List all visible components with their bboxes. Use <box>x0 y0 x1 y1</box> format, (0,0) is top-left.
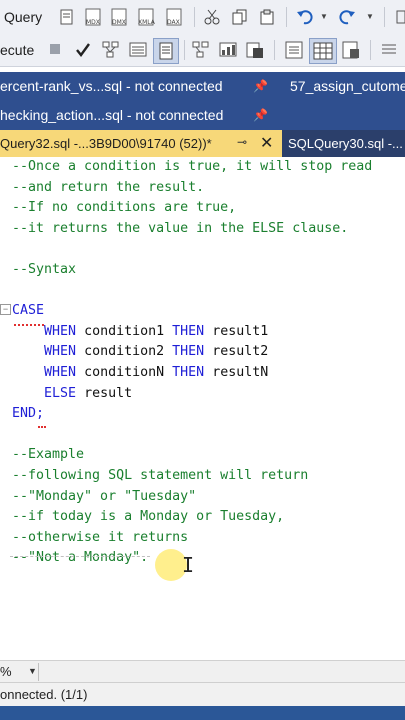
code-comment: --and return the result. <box>12 179 205 195</box>
sql-editor[interactable]: --Once a condition is true, it will stop… <box>0 157 405 660</box>
query-options-icon[interactable] <box>129 41 147 59</box>
execute-button[interactable]: ecute <box>0 42 34 58</box>
svg-text:MDX: MDX <box>86 19 100 26</box>
code-comment: --If no conditions are true, <box>12 200 237 216</box>
toolbar-separator <box>274 40 275 60</box>
code-statement: WHEN condition2 THEN result2 <box>44 344 269 360</box>
code-statement: WHEN condition1 THEN result1 <box>44 323 269 339</box>
parse-checkmark-icon[interactable] <box>74 41 92 59</box>
code-line: --Example <box>12 445 84 465</box>
document-tab-row-1: ercent-rank_vs...sql - not connected 📌 5… <box>0 72 405 101</box>
close-icon[interactable]: ✕ <box>260 133 273 153</box>
redo-icon[interactable] <box>338 8 356 26</box>
toolbar-standard: Query MDX DMX XMLA DAX ▼ ▼ <box>0 0 405 35</box>
dmx-icon[interactable]: DMX <box>111 8 129 26</box>
error-squiggle <box>14 321 44 326</box>
results-to-text-icon[interactable] <box>285 41 303 59</box>
code-keyword: CASE <box>12 303 45 319</box>
new-query-button[interactable]: Query <box>4 9 42 25</box>
code-statement: ELSE result <box>44 385 133 401</box>
toolbar-separator <box>194 7 195 27</box>
svg-text:DMX: DMX <box>112 19 126 26</box>
code-line: --if today is a Monday or Tuesday, <box>12 507 284 527</box>
status-bar: onnected. (1/1) <box>0 682 405 707</box>
window-status-strip <box>0 706 405 720</box>
connection-status: onnected. (1/1) <box>0 687 88 702</box>
undo-icon[interactable] <box>296 8 314 26</box>
zoom-bar: % ▼ <box>0 660 405 683</box>
paste-icon[interactable] <box>258 8 276 26</box>
code-comment: --if today is a Monday or Tuesday, <box>12 509 285 525</box>
tab-sqlquery30[interactable]: SQLQuery30.sql -... <box>288 136 403 151</box>
code-line: --Syntax <box>12 260 76 280</box>
pin-icon[interactable]: ⊸ <box>237 135 247 149</box>
error-squiggle <box>38 423 46 428</box>
intellisense-toggle[interactable] <box>153 38 179 64</box>
toolbar-separator <box>184 40 185 60</box>
svg-text:XMLA: XMLA <box>138 19 156 26</box>
pin-icon[interactable]: 📌 <box>253 79 268 93</box>
toolbar-separator <box>370 40 371 60</box>
tab-checking-action[interactable]: hecking_action...sql - not connected <box>0 107 223 123</box>
client-stats-icon[interactable] <box>246 41 264 59</box>
code-line: ELSE result <box>12 384 132 404</box>
tab-assign-customer[interactable]: 57_assign_cutome <box>290 78 405 94</box>
code-keyword: END; <box>12 406 45 422</box>
xmla-icon[interactable]: XMLA <box>138 8 156 26</box>
code-comment: --otherwise it returns <box>12 529 189 545</box>
code-line: --If no conditions are true, <box>12 198 236 218</box>
results-to-file-icon[interactable] <box>342 41 360 59</box>
tab-percent-rank[interactable]: ercent-rank_vs...sql - not connected <box>0 78 223 94</box>
code-line: --"Monday" or "Tuesday" <box>12 487 196 507</box>
code-line: --Once a condition is true, it will stop… <box>12 157 372 177</box>
code-comment: --Syntax <box>12 262 77 277</box>
collapse-toggle-icon[interactable]: − <box>0 304 11 315</box>
redo-dropdown-icon[interactable]: ▼ <box>366 12 374 21</box>
code-line: WHEN condition2 THEN result2 <box>12 342 268 362</box>
code-line: WHEN condition1 THEN result1 <box>12 322 268 342</box>
code-line: END; <box>12 404 44 424</box>
comment-lines-icon[interactable] <box>380 41 398 59</box>
code-comment: --"Monday" or "Tuesday" <box>12 488 197 504</box>
zoom-dropdown-icon[interactable]: ▼ <box>28 666 37 676</box>
query-document-icon[interactable] <box>58 8 76 26</box>
dax-icon[interactable]: DAX <box>166 8 184 26</box>
pin-icon[interactable]: 📌 <box>253 108 268 122</box>
copy-icon[interactable] <box>231 8 249 26</box>
toolbar-separator <box>286 7 287 27</box>
code-line: --following SQL statement will return <box>12 466 308 486</box>
cut-icon[interactable] <box>203 8 221 26</box>
toolbar-separator <box>384 7 385 27</box>
estimated-plan-icon[interactable] <box>102 41 120 59</box>
toolbar-sql-editor: ecute <box>0 34 405 67</box>
live-stats-icon[interactable] <box>219 41 237 59</box>
svg-text:DAX: DAX <box>167 19 180 26</box>
current-line-marker <box>10 556 150 557</box>
code-line: CASE <box>12 301 44 321</box>
code-statement: WHEN conditionN THEN resultN <box>44 365 269 380</box>
code-comment: --Example <box>12 447 85 463</box>
code-line: --"Not a Monday". <box>12 548 148 568</box>
code-line: WHEN conditionN THEN resultN <box>12 363 268 383</box>
code-line: --and return the result. <box>12 178 204 198</box>
code-comment: --it returns the value in the ELSE claus… <box>12 220 349 236</box>
code-line: --otherwise it returns <box>12 528 188 548</box>
results-to-grid-toggle[interactable] <box>309 38 337 64</box>
document-tab-row-2: hecking_action...sql - not connected 📌 <box>0 101 405 130</box>
stop-icon[interactable] <box>50 44 60 54</box>
text-cursor-icon: I <box>182 553 195 577</box>
code-comment: --Once a condition is true, it will stop… <box>12 159 373 174</box>
mdx-icon[interactable]: MDX <box>85 8 103 26</box>
actual-plan-icon[interactable] <box>192 41 210 59</box>
code-line: --it returns the value in the ELSE claus… <box>12 219 348 239</box>
overflow-icon[interactable] <box>392 8 405 26</box>
zoom-separator <box>38 663 39 681</box>
zoom-level[interactable]: % <box>0 664 12 679</box>
code-comment: --"Not a Monday". <box>12 550 149 566</box>
code-comment: --following SQL statement will return <box>12 468 309 483</box>
undo-dropdown-icon[interactable]: ▼ <box>320 12 328 21</box>
tab-active-label: Query32.sql -...3B9D00\91740 (52))* <box>0 136 212 151</box>
